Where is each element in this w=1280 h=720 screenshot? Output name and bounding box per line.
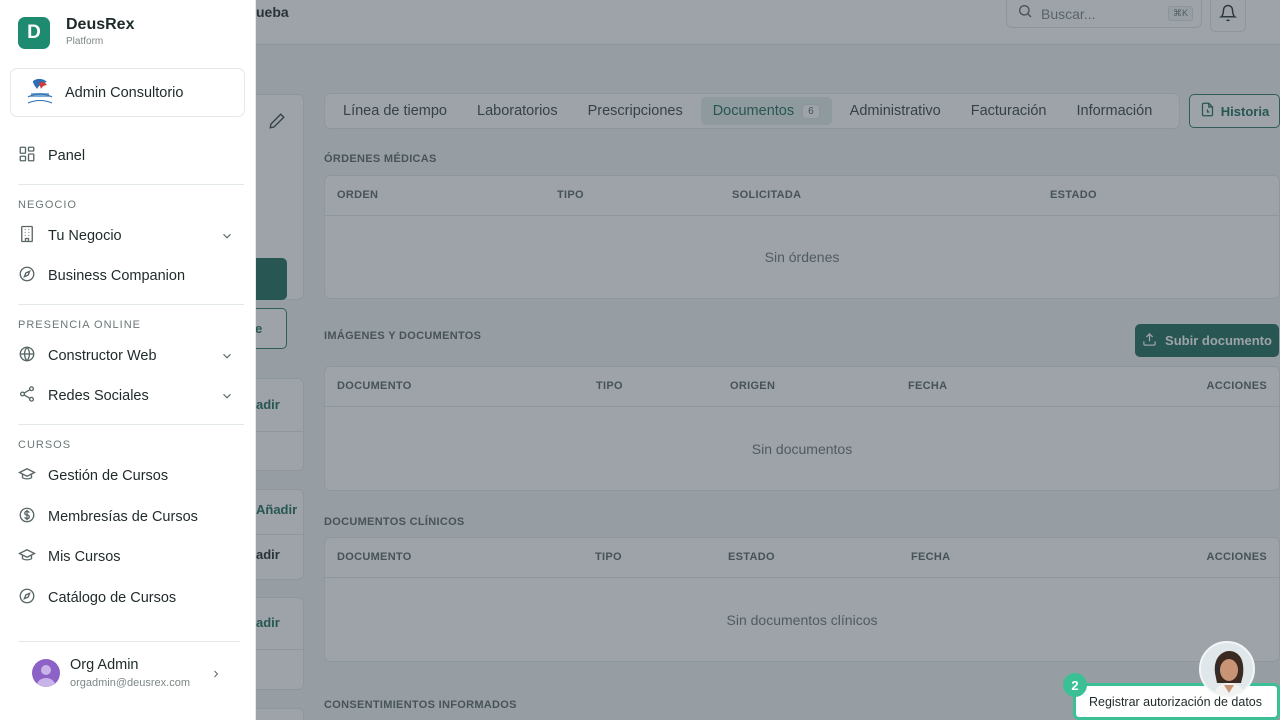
organization-logo	[23, 77, 57, 109]
sidebar-item-tu-negocio[interactable]: Tu Negocio	[18, 219, 238, 253]
avatar	[32, 659, 60, 687]
sidebar-section-online-presence: PRESENCIA ONLINE	[18, 319, 141, 331]
graduation-cap-icon	[17, 546, 37, 568]
chevron-down-icon[interactable]	[220, 389, 234, 407]
sidebar-divider	[18, 424, 244, 425]
organization-name: Admin Consultorio	[65, 85, 184, 101]
sidebar-item-label: Business Companion	[48, 268, 186, 284]
dashboard-icon	[18, 145, 36, 167]
step-badge: 2	[1063, 673, 1087, 697]
chevron-right-icon	[210, 667, 222, 685]
sidebar-item-business-companion[interactable]: Business Companion	[18, 259, 238, 293]
compass-icon	[18, 265, 36, 287]
sidebar-item-label: Membresías de Cursos	[48, 509, 198, 525]
brand-logo[interactable]: D	[18, 17, 50, 49]
organization-switcher[interactable]: Admin Consultorio	[10, 68, 245, 117]
sidebar-item-panel[interactable]: Panel	[18, 139, 238, 173]
user-menu[interactable]: Org Admin orgadmin@deusrex.com	[18, 641, 240, 701]
compass-icon	[18, 587, 36, 609]
dollar-circle-icon	[18, 506, 36, 528]
sidebar-item-membresias-cursos[interactable]: Membresías de Cursos	[18, 500, 238, 534]
sidebar-item-catalogo-cursos[interactable]: Catálogo de Cursos	[18, 581, 238, 615]
sidebar-divider	[18, 304, 244, 305]
sidebar-item-redes-sociales[interactable]: Redes Sociales	[18, 379, 238, 413]
brand-name: DeusRex	[66, 16, 135, 33]
assistant-avatar-button[interactable]	[1199, 641, 1255, 697]
sidebar-item-constructor-web[interactable]: Constructor Web	[18, 339, 238, 373]
sidebar-divider	[18, 184, 244, 185]
user-email: orgadmin@deusrex.com	[70, 677, 190, 689]
globe-icon	[18, 345, 36, 367]
building-icon	[18, 225, 36, 247]
sidebar-section-courses: CURSOS	[18, 439, 72, 451]
sidebar-item-gestion-cursos[interactable]: Gestión de Cursos	[17, 459, 238, 493]
sidebar-item-label: Gestión de Cursos	[48, 468, 169, 484]
sidebar-item-label: Panel	[48, 148, 86, 164]
chevron-down-icon[interactable]	[220, 229, 234, 247]
user-name: Org Admin	[70, 657, 139, 673]
chevron-down-icon[interactable]	[220, 349, 234, 367]
sidebar-item-label: Tu Negocio	[48, 228, 122, 244]
sidebar: D DeusRex Platform Admin Consultorio Pan…	[0, 0, 256, 720]
register-data-authorization-button[interactable]: Registrar autorización de datos	[1073, 683, 1280, 720]
sidebar-item-label: Catálogo de Cursos	[48, 590, 177, 606]
sidebar-section-business: NEGOCIO	[18, 199, 77, 211]
sidebar-item-label: Redes Sociales	[48, 388, 149, 404]
brand-subtitle: Platform	[66, 36, 104, 47]
sidebar-item-label: Constructor Web	[48, 348, 157, 364]
share-icon	[18, 385, 36, 407]
sidebar-item-label: Mis Cursos	[48, 549, 121, 565]
graduation-cap-icon	[17, 465, 37, 487]
sidebar-item-mis-cursos[interactable]: Mis Cursos	[17, 540, 238, 574]
